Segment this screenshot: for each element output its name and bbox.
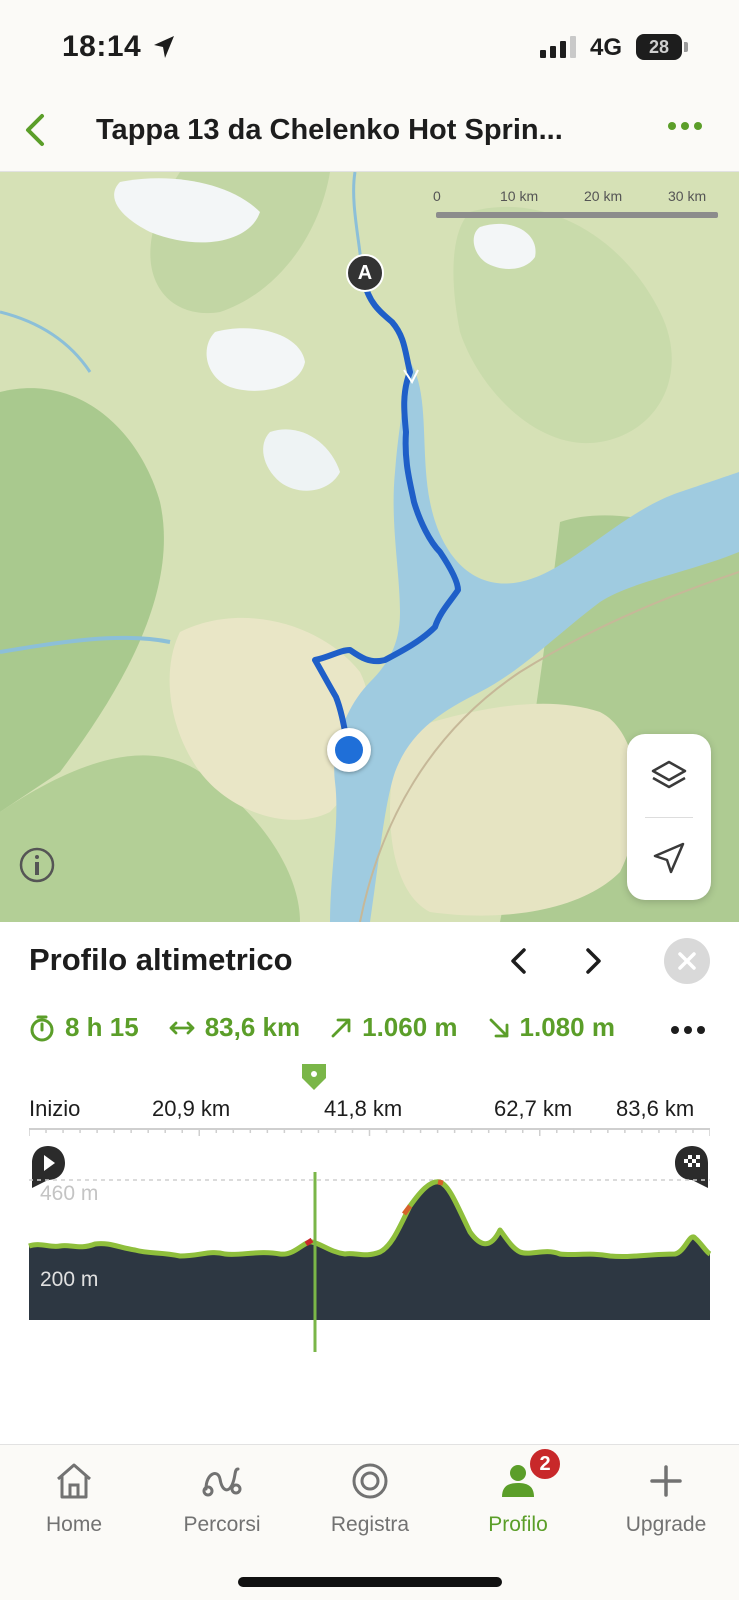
distance-stat: 83,6 km [169, 1012, 300, 1043]
elevation-profile-panel: Profilo altimetrico 8 h 15 83,6 km 1.060… [0, 922, 739, 1444]
descent-value: 1.080 m [519, 1012, 615, 1042]
battery-tip [684, 42, 688, 52]
distance-value: 83,6 km [204, 1012, 301, 1042]
dot [671, 1026, 679, 1034]
tab-label: Registra [330, 1513, 410, 1536]
tab-upgrade[interactable]: Upgrade [592, 1459, 739, 1537]
elevation-label-high: 460 m [40, 1182, 99, 1205]
duration-stat: 8 h 15 [29, 1012, 139, 1043]
network-type: 4G [590, 34, 623, 61]
dot [681, 122, 689, 130]
signal-icon [540, 36, 576, 58]
ascent-arrow-icon [331, 1018, 351, 1037]
routes-icon [202, 1467, 242, 1497]
navigate-icon[interactable] [649, 838, 689, 878]
info-icon[interactable] [18, 846, 56, 884]
map-scale: 0 10 km 20 km 30 km [433, 188, 718, 218]
duration-value: 8 h 15 [65, 1012, 139, 1042]
axis-label-start: Inizio [29, 1096, 81, 1121]
axis-ticks [29, 1128, 710, 1136]
axis-label: 41,8 km [324, 1096, 403, 1121]
tab-routes[interactable]: Percorsi [148, 1459, 296, 1537]
battery-icon: 28 [636, 34, 682, 60]
status-bar: 18:14 4G 28 [0, 0, 739, 96]
dot [694, 122, 702, 130]
start-marker[interactable]: A [346, 254, 384, 292]
next-chevron-icon[interactable] [578, 944, 608, 978]
axis-label: 62,7 km [494, 1096, 573, 1121]
close-icon [678, 952, 696, 970]
status-time: 18:14 [62, 30, 142, 63]
more-options-button[interactable] [668, 122, 702, 130]
home-indicator [238, 1577, 502, 1587]
distance-arrows-icon [169, 1021, 195, 1034]
close-button[interactable] [664, 938, 710, 984]
dot [684, 1026, 692, 1034]
dot [668, 122, 676, 130]
tab-label: Profilo [488, 1513, 548, 1536]
ascent-stat: 1.060 m [330, 1012, 458, 1043]
current-location-dot [327, 728, 371, 772]
elevation-chart[interactable] [0, 1172, 739, 1382]
plus-icon [650, 1465, 682, 1497]
map-controls [627, 734, 711, 900]
scale-label: 30 km [668, 188, 707, 204]
tab-home[interactable]: Home [0, 1459, 148, 1537]
axis-label: 83,6 km [616, 1096, 695, 1121]
tab-label: Upgrade [625, 1513, 707, 1536]
profile-cursor-handle[interactable] [300, 1062, 328, 1092]
record-icon [352, 1463, 388, 1499]
battery-level: 28 [648, 36, 670, 57]
previous-chevron-icon[interactable] [504, 944, 534, 978]
controls-divider [645, 817, 693, 818]
tab-label: Percorsi [183, 1513, 261, 1536]
axis-label: 20,9 km [152, 1096, 231, 1121]
stats-more-button[interactable] [671, 1026, 705, 1034]
distance-axis: Inizio 20,9 km 41,8 km 62,7 km 83,6 km [0, 1096, 739, 1126]
location-arrow-icon [154, 36, 174, 58]
ascent-value: 1.060 m [362, 1012, 458, 1042]
home-icon [57, 1463, 91, 1499]
page-title: Tappa 13 da Chelenko Hot Sprin... [96, 114, 563, 146]
map-view[interactable]: 0 10 km 20 km 30 km A [0, 172, 739, 922]
descent-stat: 1.080 m [488, 1012, 615, 1043]
scale-label: 20 km [584, 188, 623, 204]
notification-badge: 2 [528, 1447, 562, 1481]
back-chevron-icon[interactable] [14, 108, 58, 152]
dot [697, 1026, 705, 1034]
descent-arrow-icon [489, 1018, 508, 1037]
stopwatch-icon [30, 1015, 54, 1041]
scale-label: 0 [433, 188, 441, 204]
scale-label: 10 km [500, 188, 539, 204]
profile-title: Profilo altimetrico [29, 942, 293, 977]
layers-icon[interactable] [649, 756, 689, 796]
tab-label: Home [45, 1513, 103, 1536]
tab-record[interactable]: Registra [296, 1459, 444, 1537]
app-header: Tappa 13 da Chelenko Hot Sprin... [0, 96, 739, 172]
scale-bar [436, 212, 718, 218]
tab-profile[interactable]: 2 Profilo [444, 1447, 592, 1537]
route-stats: 8 h 15 83,6 km 1.060 m 1.080 m [29, 1012, 719, 1043]
elevation-label-low: 200 m [40, 1268, 99, 1291]
